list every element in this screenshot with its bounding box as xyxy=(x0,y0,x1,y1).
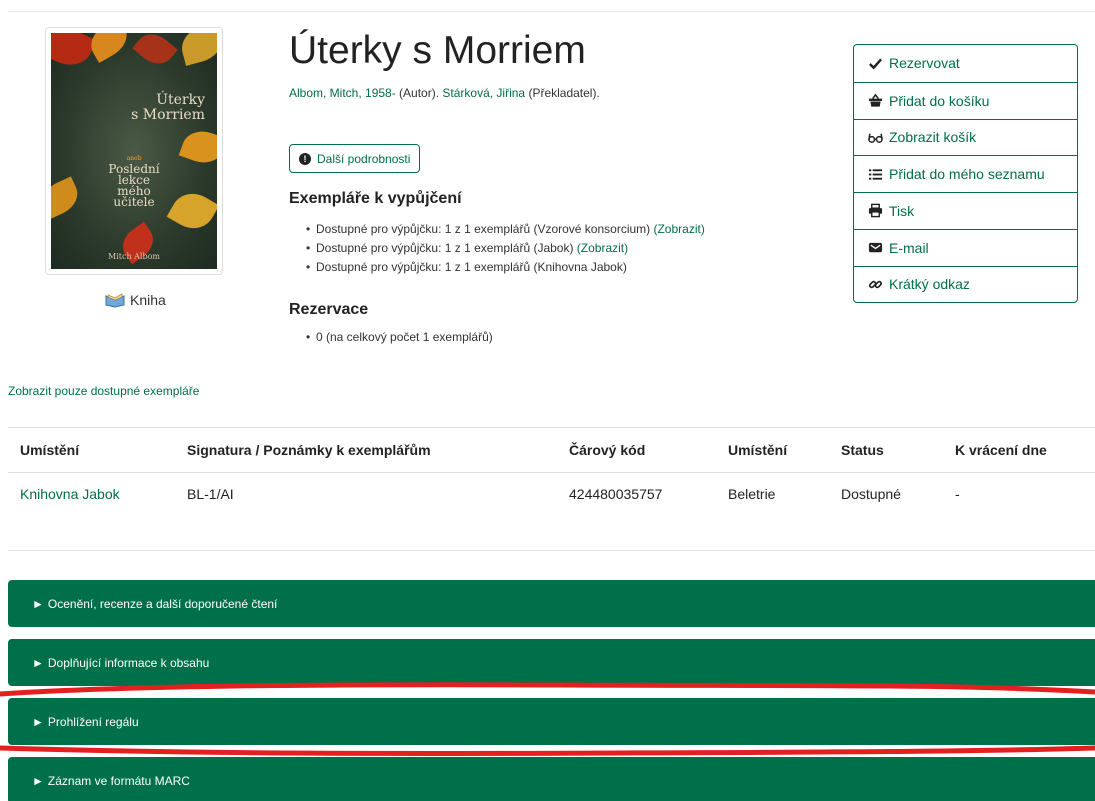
author-link[interactable]: Albom, Mitch, 1958- xyxy=(289,86,396,100)
cover-image: Úterky s Morriem aneb Poslední lekce mého… xyxy=(51,33,217,269)
annotation-line-top xyxy=(0,682,1095,697)
basket-icon xyxy=(868,93,883,107)
format-label: Kniha xyxy=(130,292,166,308)
list-icon xyxy=(868,168,883,180)
expand-arrow-icon: ► xyxy=(32,655,44,670)
check-icon xyxy=(869,58,883,70)
add-to-list-button[interactable]: Přidat do mého seznamu xyxy=(854,155,1077,192)
envelope-icon xyxy=(868,242,883,253)
expand-arrow-icon: ► xyxy=(32,596,44,611)
cell-shelving-location: Beletrie xyxy=(728,485,776,502)
record-authors: Albom, Mitch, 1958- (Autor). Stárková, J… xyxy=(289,86,600,100)
holds-item: 0 (na celkový počet 1 exemplářů) xyxy=(306,328,493,347)
book-icon xyxy=(105,293,125,308)
holds-list: 0 (na celkový počet 1 exemplářů) xyxy=(306,328,493,347)
header-shelving-location[interactable]: Umístění xyxy=(716,427,829,473)
availability-item: Dostupné pro výpůjčku: 1 z 1 exemplářů (… xyxy=(306,239,705,258)
book-cover[interactable]: Úterky s Morriem aneb Poslední lekce mého… xyxy=(45,27,223,275)
table-row: Knihovna Jabok BL-1/AI 424480035757 Bele… xyxy=(8,473,1095,515)
cell-status: Dostupné xyxy=(841,485,901,502)
expand-arrow-icon: ► xyxy=(32,714,44,729)
header-status[interactable]: Status xyxy=(829,427,943,473)
cell-location[interactable]: Knihovna Jabok xyxy=(8,473,175,515)
link-icon xyxy=(868,280,883,289)
availability-item: Dostupné pro výpůjčku: 1 z 1 exemplářů (… xyxy=(306,258,705,277)
view-link[interactable]: (Zobrazit) xyxy=(577,241,628,255)
email-button[interactable]: E-mail xyxy=(854,228,1077,266)
glasses-icon xyxy=(868,133,883,143)
print-icon xyxy=(868,204,883,218)
table-spacer xyxy=(8,514,1095,551)
short-link-button[interactable]: Krátký odkaz xyxy=(854,265,1077,303)
holdings-table: Umístění Signatura / Poznámky k exemplář… xyxy=(8,427,1095,551)
cell-call-number: BL-1/AI xyxy=(187,485,234,502)
record-actions: Rezervovat Přidat do košíku Zobrazit koš… xyxy=(853,44,1078,304)
cell-barcode: 424480035757 xyxy=(569,485,663,502)
record-title: Úterky s Morriem xyxy=(289,29,586,72)
author-role: (Autor). xyxy=(395,86,443,100)
annotation-line-bottom xyxy=(0,745,1095,756)
cover-author: Mitch Albom xyxy=(108,252,160,261)
library-link[interactable]: Knihovna Jabok xyxy=(20,486,120,502)
view-link[interactable]: (Zobrazit) xyxy=(653,222,704,236)
panel-reviews[interactable]: ► Ocenění, recenze a další doporučené čt… xyxy=(8,580,1095,627)
translator-role: (Překladatel). xyxy=(525,86,600,100)
show-available-only-link[interactable]: Zobrazit pouze dostupné exempláře xyxy=(8,384,199,398)
more-details-label: Další podrobnosti xyxy=(317,151,411,166)
cover-subtitle: aneb Poslední lekce mého učitele xyxy=(108,155,160,209)
holds-heading: Rezervace xyxy=(289,301,369,318)
availability-heading: Exempláře k vypůjčení xyxy=(289,190,462,207)
availability-item: Dostupné pro výpůjčku: 1 z 1 exemplářů (… xyxy=(306,220,705,239)
translator-link[interactable]: Stárková, Jiřina xyxy=(442,86,525,100)
top-divider xyxy=(8,11,1095,12)
header-barcode[interactable]: Čárový kód xyxy=(557,427,716,473)
add-to-cart-button[interactable]: Přidat do košíku xyxy=(854,81,1077,119)
panel-marc-record[interactable]: ► Záznam ve formátu MARC xyxy=(8,757,1095,801)
table-header-row: Umístění Signatura / Poznámky k exemplář… xyxy=(8,427,1095,473)
reserve-button[interactable]: Rezervovat xyxy=(854,45,1077,82)
print-button[interactable]: Tisk xyxy=(854,192,1077,229)
panel-shelf-browser[interactable]: ► Prohlížení regálu xyxy=(8,698,1095,745)
cover-title: Úterky s Morriem xyxy=(131,92,205,123)
view-cart-button[interactable]: Zobrazit košík xyxy=(854,118,1077,156)
header-due-date[interactable]: K vrácení dne xyxy=(943,427,1095,473)
more-details-button[interactable]: ! Další podrobnosti xyxy=(289,144,421,173)
material-format: Kniha xyxy=(105,292,166,308)
header-call-number[interactable]: Signatura / Poznámky k exemplářům xyxy=(175,427,557,473)
expand-arrow-icon: ► xyxy=(32,773,44,788)
header-location[interactable]: Umístění xyxy=(8,427,175,473)
info-icon: ! xyxy=(299,152,311,165)
cell-due-date: - xyxy=(955,485,960,502)
availability-list: Dostupné pro výpůjčku: 1 z 1 exemplářů (… xyxy=(306,220,705,277)
